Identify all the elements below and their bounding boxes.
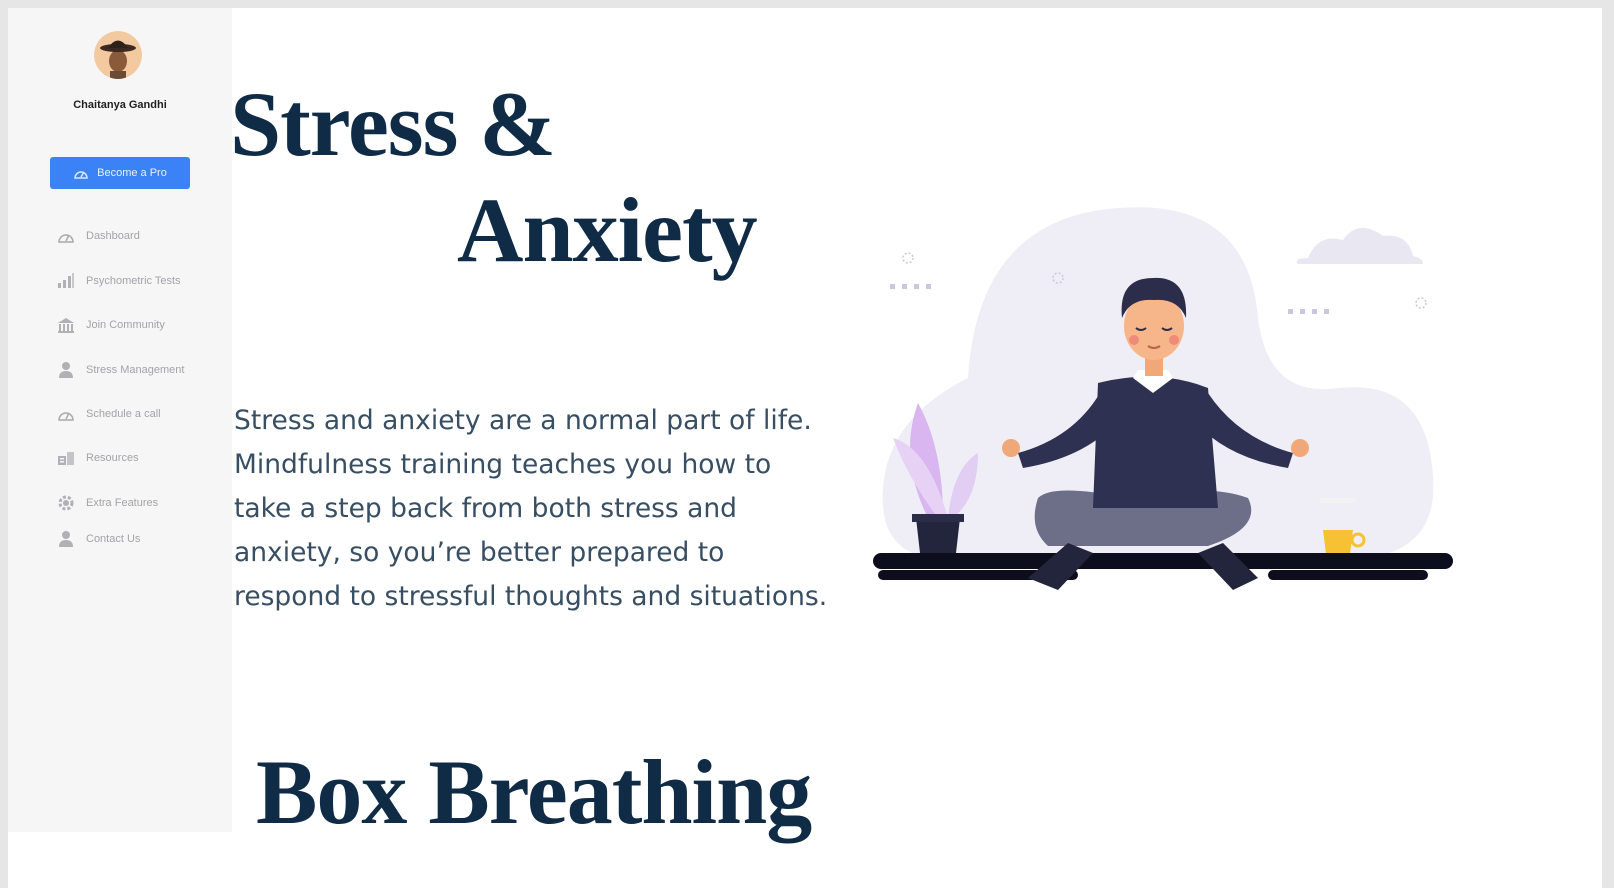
gauge-icon: [56, 404, 76, 424]
sidebar-item-dashboard[interactable]: Dashboard: [56, 225, 226, 247]
sidebar-item-label: Schedule a call: [86, 408, 161, 420]
gear-icon: [56, 493, 76, 513]
sidebar-item-label: Join Community: [86, 319, 165, 331]
user-icon: [56, 529, 76, 549]
sidebar-item-resources[interactable]: Resources: [56, 447, 226, 469]
sidebar-item-label: Psychometric Tests: [86, 275, 181, 287]
page-title-line2: Anxiety: [457, 179, 758, 281]
page-title-line1: Stress &: [230, 73, 556, 175]
dashboard-icon: [56, 226, 76, 246]
page-description: Stress and anxiety are a normal part of …: [234, 398, 834, 618]
sidebar-item-label: Resources: [86, 452, 139, 464]
page-frame: Chaitanya Gandhi Become a Pro Dashboard …: [8, 8, 1602, 888]
community-icon: [56, 315, 76, 335]
meditation-illustration: [873, 207, 1453, 590]
sidebar-item-contact-us[interactable]: Contact Us: [56, 528, 226, 550]
sidebar-item-label: Extra Features: [86, 497, 159, 509]
gauge-icon: [74, 171, 88, 179]
sidebar-item-label: Dashboard: [86, 230, 140, 242]
sidebar: Chaitanya Gandhi Become a Pro Dashboard …: [8, 8, 232, 832]
become-pro-button[interactable]: Become a Pro: [50, 157, 190, 189]
sidebar-item-psychometric-tests[interactable]: Psychometric Tests: [56, 270, 226, 292]
sidebar-item-label: Contact Us: [86, 533, 141, 545]
become-pro-label: Become a Pro: [97, 167, 167, 179]
user-name: Chaitanya Gandhi: [73, 99, 167, 111]
section-title-box-breathing: Box Breathing: [256, 741, 812, 843]
sidebar-item-label: Stress Management: [86, 364, 185, 376]
description-text: Stress and anxiety are a normal part of …: [234, 405, 828, 612]
user-icon: [56, 360, 76, 380]
avatar[interactable]: [94, 31, 142, 79]
sidebar-item-extra-features[interactable]: Extra Features: [56, 492, 226, 514]
chart-icon: [56, 271, 76, 291]
sidebar-item-schedule-a-call[interactable]: Schedule a call: [56, 403, 226, 425]
resources-icon: [56, 448, 76, 468]
sidebar-item-stress-management[interactable]: Stress Management: [56, 359, 226, 381]
sidebar-item-join-community[interactable]: Join Community: [56, 314, 226, 336]
